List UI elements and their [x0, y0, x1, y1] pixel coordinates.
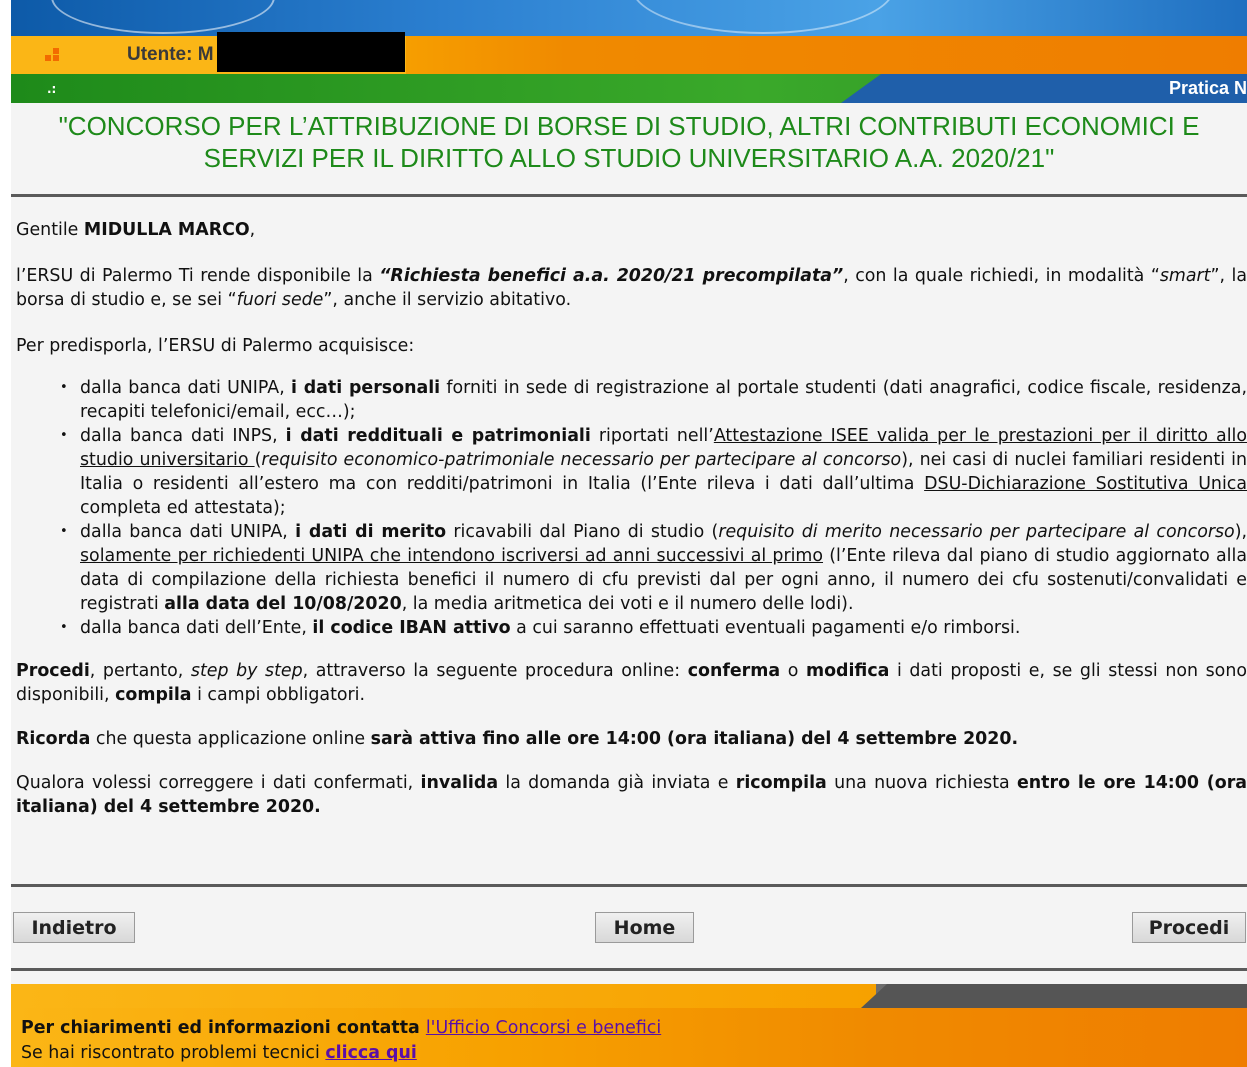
pratica-label: Pratica N [1168, 78, 1247, 98]
emphasis: i dati di merito [295, 522, 447, 542]
page-shell: Utente: M .: Pratica N "CONCORSO PER L’A… [11, 0, 1247, 1067]
list-item: dalla banca dati dell’Ente, il codice IB… [60, 616, 1247, 640]
banner-decoration [51, 0, 275, 34]
acquire-intro: Per predisporla, l’ERSU di Palermo acqui… [16, 336, 415, 356]
qualora-paragraph: Qualora volessi correggere i dati confer… [16, 771, 1247, 819]
banner-decoration [631, 0, 895, 34]
footer-support-line: Se hai riscontrato problemi tecnici clic… [21, 1041, 417, 1065]
procedi-button[interactable]: Procedi [1132, 912, 1246, 943]
text: la domanda già inviata e [498, 773, 736, 793]
ricorda-paragraph: Ricorda che questa applicazione online s… [16, 727, 1247, 751]
greeting: Gentile MIDULLA MARCO, [16, 218, 1247, 242]
emphasis: modifica [805, 661, 890, 681]
text: dalla banca dati UNIPA, [80, 378, 291, 398]
text: Qualora volessi correggere i dati confer… [16, 773, 421, 793]
page-title-line: SERVIZI PER IL DIRITTO ALLO STUDIO UNIVE… [203, 143, 1055, 173]
text: ), [1234, 522, 1247, 542]
text: una nuova richiesta [826, 773, 1017, 793]
text: che questa applicazione online [90, 729, 371, 749]
emphasis: invalida [420, 773, 499, 793]
emphasis: ricompila [735, 773, 827, 793]
data-source-list: dalla banca dati UNIPA, i dati personali… [16, 376, 1247, 640]
emphasis: sarà attiva fino alle ore 14:00 (ora ita… [370, 729, 1019, 749]
text: o [780, 661, 806, 681]
divider [11, 194, 1247, 197]
emphasis: smart [1159, 266, 1211, 286]
text: completa ed attestata); [80, 498, 286, 518]
home-button[interactable]: Home [595, 912, 694, 943]
procedi-paragraph: Procedi, pertanto, step by step, attrave… [16, 659, 1247, 707]
page-title: "CONCORSO PER L’ATTRIBUZIONE DI BORSE DI… [11, 110, 1247, 174]
emphasis: “Richiesta benefici a.a. 2020/21 precomp… [379, 266, 844, 286]
status-bar: .: Pratica N [11, 74, 1247, 103]
text: a cui saranno effettuati eventuali pagam… [510, 618, 1021, 638]
underlined-text: solamente per richiedenti UNIPA che inte… [80, 546, 824, 566]
dots-icon: .: [47, 82, 57, 96]
intro-paragraph: l’ERSU di Palermo Ti rende disponibile l… [16, 264, 1247, 312]
text: ricavabili dal Piano di studio ( [446, 522, 719, 542]
emphasis: requisito economico-patrimoniale necessa… [261, 450, 902, 470]
header-banner [11, 0, 1247, 36]
text: l’ERSU di Palermo Ti rende disponibile l… [16, 266, 380, 286]
emphasis: requisito di merito necessario per parte… [718, 522, 1235, 542]
text: , con la quale richiedi, in modalità “ [843, 266, 1160, 286]
student-name: MIDULLA MARCO [83, 220, 250, 240]
emphasis: i dati personali [290, 378, 441, 398]
footer-decoration [11, 984, 1247, 1008]
greeting-text: Gentile [16, 220, 84, 240]
emphasis: step by step [190, 661, 303, 681]
greeting-text: , [249, 220, 256, 240]
redacted-username [217, 32, 405, 72]
emphasis: fuori sede [236, 290, 324, 310]
divider [11, 968, 1247, 971]
text: ”, anche il servizio abitativo. [323, 290, 572, 310]
list-item: dalla banca dati UNIPA, i dati personali… [60, 376, 1247, 424]
grid-icon [45, 48, 59, 62]
footer-contact-line: Per chiarimenti ed informazioni contatta… [21, 1016, 661, 1040]
emphasis: i dati reddituali e patrimoniali [285, 426, 591, 446]
emphasis: conferma [687, 661, 781, 681]
underlined-text: DSU-Dichiarazione Sostitutiva Unica [924, 474, 1247, 494]
footer-decoration-accent [861, 984, 1247, 1008]
office-link[interactable]: l'Ufficio Concorsi e benefici [426, 1018, 661, 1038]
divider [11, 884, 1247, 887]
text: dalla banca dati INPS, [80, 426, 286, 446]
text: , la media aritmetica dei voti e il nume… [401, 594, 854, 614]
list-item: dalla banca dati UNIPA, i dati di merito… [60, 520, 1247, 616]
emphasis: Procedi [16, 661, 90, 681]
text: dalla banca dati dell’Ente, [80, 618, 313, 638]
page-title-line: "CONCORSO PER L’ATTRIBUZIONE DI BORSE DI… [58, 111, 1200, 141]
back-button[interactable]: Indietro [13, 912, 135, 943]
emphasis: il codice IBAN attivo [312, 618, 511, 638]
text: i campi obbligatori. [191, 685, 366, 705]
main-content: Gentile MIDULLA MARCO, l’ERSU di Palermo… [16, 218, 1247, 841]
footer-text: Se hai riscontrato problemi tecnici [21, 1043, 326, 1063]
text: dalla banca dati UNIPA, [80, 522, 296, 542]
user-label: Utente: M [127, 44, 214, 65]
text: riportati nell’ [590, 426, 714, 446]
text: , pertanto, [89, 661, 191, 681]
support-link[interactable]: clicca qui [325, 1043, 416, 1063]
emphasis: compila [115, 685, 192, 705]
list-item: dalla banca dati INPS, i dati reddituali… [60, 424, 1247, 520]
text: , attraverso la seguente procedura onlin… [302, 661, 688, 681]
user-bar: Utente: M [11, 36, 1247, 74]
emphasis: Ricorda [16, 729, 91, 749]
footer: Per chiarimenti ed informazioni contatta… [11, 1008, 1247, 1067]
emphasis: alla data del 10/08/2020 [164, 594, 402, 614]
footer-text: Per chiarimenti ed informazioni contatta [21, 1018, 426, 1038]
